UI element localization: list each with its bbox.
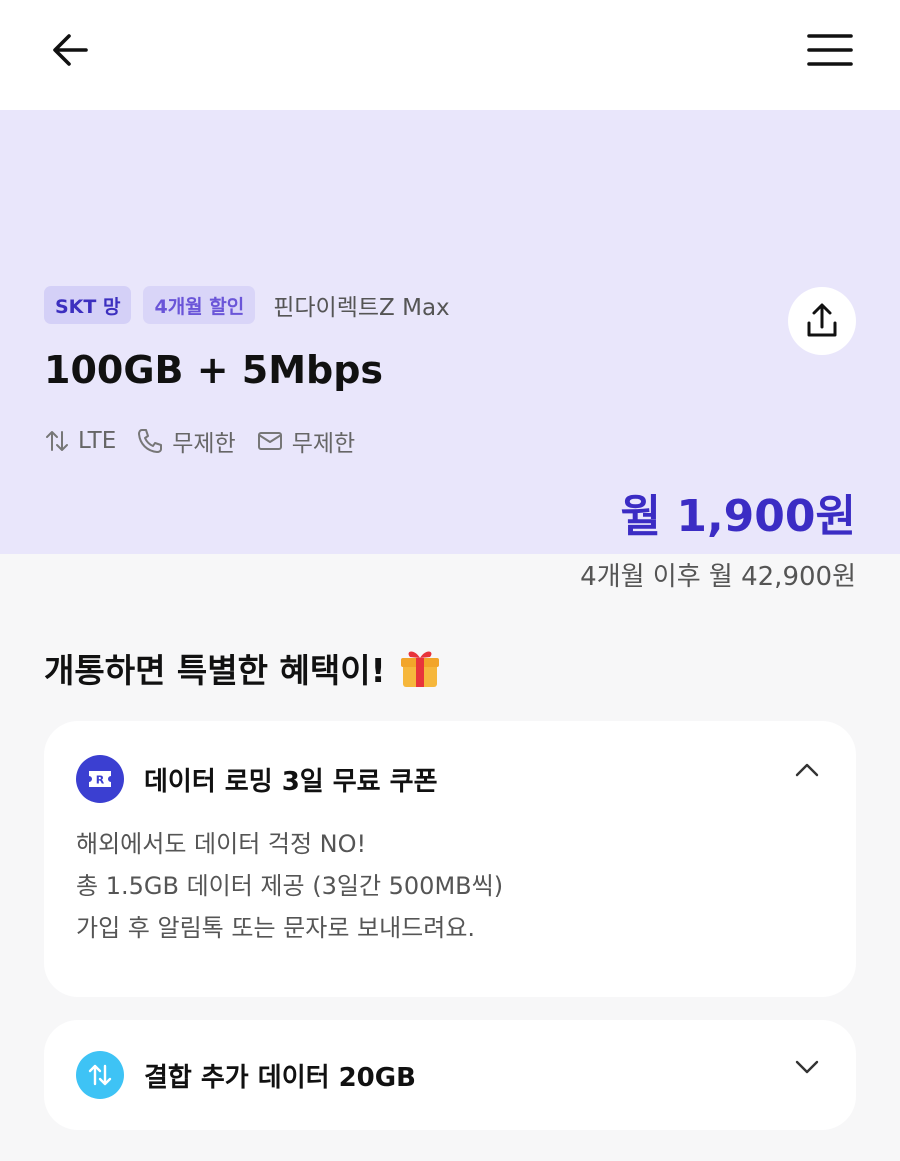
benefit-card-description: 해외에서도 데이터 걱정 NO! 총 1.5GB 데이터 제공 (3일간 500…: [76, 823, 503, 949]
mail-icon: [257, 432, 282, 450]
arrow-left-icon: [53, 34, 88, 66]
discount-badge: 4개월 할인: [143, 286, 256, 324]
gift-icon: [400, 651, 439, 687]
spec-network-label: LTE: [78, 428, 117, 454]
benefits-title-text: 개통하면 특별한 혜택이!: [44, 651, 386, 690]
spec-network: LTE: [44, 428, 116, 454]
network-badge: SKT 망: [44, 286, 132, 324]
benefit-card-title: 데이터 로밍 3일 무료 쿠폰: [144, 766, 438, 797]
data-transfer-icon: [46, 431, 68, 451]
benefit-card-bundle-data[interactable]: 결합 추가 데이터 20GB: [44, 1020, 856, 1130]
roaming-coupon-icon: R: [76, 755, 124, 803]
share-button[interactable]: [788, 287, 856, 355]
plan-badges: SKT 망 4개월 할인 핀다이렉트Z Max: [44, 286, 450, 324]
hamburger-menu-icon: [807, 34, 853, 66]
benefit-card-header: R 데이터 로밍 3일 무료 쿠폰: [76, 755, 438, 803]
top-bar: [0, 0, 900, 110]
data-transfer-icon: [76, 1051, 124, 1099]
menu-button[interactable]: [802, 22, 858, 78]
plan-summary: SKT 망 4개월 할인 핀다이렉트Z Max 100GB + 5Mbps LT…: [0, 110, 900, 592]
description-line: 총 1.5GB 데이터 제공 (3일간 500MB씩): [76, 872, 504, 900]
benefit-card-roaming[interactable]: R 데이터 로밍 3일 무료 쿠폰 해외에서도 데이터 걱정 NO! 총 1.5…: [44, 721, 856, 997]
chevron-down-icon[interactable]: [794, 1058, 820, 1076]
spec-sms: 무제한: [256, 424, 355, 458]
spec-calls-label: 무제한: [172, 431, 236, 457]
benefit-card-header: 결합 추가 데이터 20GB: [76, 1051, 416, 1099]
spec-sms-label: 무제한: [291, 431, 356, 457]
discount-price: 월 1,900원: [620, 491, 856, 542]
benefit-card-title: 결합 추가 데이터 20GB: [144, 1062, 416, 1093]
plan-name: 100GB + 5Mbps: [44, 348, 384, 392]
description-line: 해외에서도 데이터 걱정 NO!: [76, 830, 367, 858]
benefits-title: 개통하면 특별한 혜택이!: [44, 644, 442, 692]
plan-specs: LTE 무제한 무제한: [44, 424, 355, 458]
share-icon: [807, 303, 837, 337]
spec-calls: 무제한: [136, 424, 236, 458]
chevron-up-icon[interactable]: [794, 761, 820, 779]
svg-text:R: R: [96, 774, 105, 787]
description-line: 가입 후 알림톡 또는 문자로 보내드려요.: [76, 914, 476, 942]
phone-icon: [138, 429, 163, 453]
carrier-name: 핀다이렉트Z Max: [273, 295, 450, 321]
regular-price: 4개월 이후 월 42,900원: [580, 562, 856, 592]
back-button[interactable]: [42, 22, 98, 78]
